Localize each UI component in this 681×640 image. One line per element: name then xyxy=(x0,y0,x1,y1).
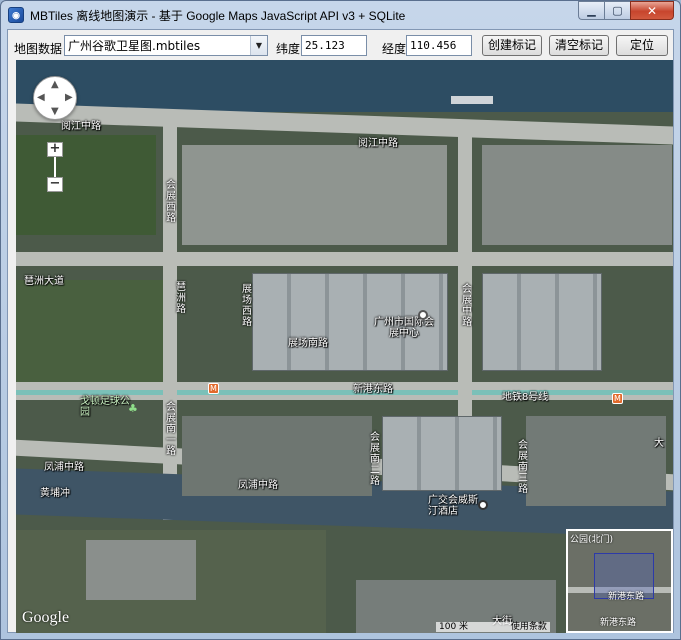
road-label-vertical: 会展中路 xyxy=(462,284,472,328)
zoom-slider-track[interactable] xyxy=(54,157,56,177)
building-block xyxy=(86,540,196,600)
locate-button[interactable]: 定位 xyxy=(616,35,668,56)
zoom-in-button[interactable]: + xyxy=(47,142,63,157)
road-label: 新港东路 xyxy=(353,384,393,395)
latitude-label: 纬度 xyxy=(276,42,301,56)
window-controls: ▁ ▢ ✕ xyxy=(578,1,674,20)
close-button[interactable]: ✕ xyxy=(630,1,674,20)
poi-marker-icon[interactable] xyxy=(418,310,428,320)
globe-icon: ◉ xyxy=(8,7,24,23)
overview-label: 新港东路 xyxy=(608,592,645,602)
hotel-marker-icon[interactable] xyxy=(478,500,488,510)
river-top xyxy=(16,60,673,112)
zoom-control: + − xyxy=(47,142,63,192)
terms-link[interactable]: 使用条款 xyxy=(511,622,547,632)
road-label: 展场南路 xyxy=(288,338,328,349)
road-label: 凤浦中路 xyxy=(238,480,278,491)
longitude-input[interactable]: 110.456 xyxy=(406,35,472,56)
overview-map[interactable]: 公园(北门) 新港东路 新港东路 xyxy=(566,529,673,633)
client-area: 地图数据 广州谷歌卫星图.mbtiles ▼ 纬度 25.123 经度 110.… xyxy=(7,29,674,633)
map-file-selected: 广州谷歌卫星图.mbtiles xyxy=(68,39,201,53)
google-logo: Google xyxy=(22,609,70,626)
scale-text: 100 米 xyxy=(439,622,469,632)
road-label-vertical: 会展西路 xyxy=(166,180,176,224)
road-label: 阅江中路 xyxy=(358,138,398,149)
parking-area xyxy=(482,145,672,245)
clear-markers-button[interactable]: 清空标记 xyxy=(549,35,609,56)
title-bar[interactable]: ◉ MBTiles 离线地图演示 - 基于 Google Maps JavaSc… xyxy=(1,1,680,29)
app-window: ◉ MBTiles 离线地图演示 - 基于 Google Maps JavaSc… xyxy=(0,0,681,640)
overview-label: 新港东路 xyxy=(600,618,637,628)
metro-label: 地铁8号线 xyxy=(502,392,549,403)
maximize-icon: ▢ xyxy=(612,4,623,17)
road-label: 凤浦中路 xyxy=(44,462,84,473)
longitude-label: 经度 xyxy=(382,42,407,56)
road-label: 大 xyxy=(654,438,664,449)
overview-label: 公园(北门) xyxy=(570,535,614,545)
create-marker-button[interactable]: 创建标记 xyxy=(482,35,542,56)
vegetation-area xyxy=(16,280,166,390)
road-label-vertical: 会展南三路 xyxy=(518,440,528,495)
minimize-icon: ▁ xyxy=(587,4,596,17)
map-data-label: 地图数据 xyxy=(14,42,63,56)
poi-label: 广交会威斯汀酒店 xyxy=(428,495,478,517)
road-label-vertical: 会展南一路 xyxy=(166,402,176,457)
road-label-vertical: 展场西路 xyxy=(242,284,252,328)
exhibition-hall xyxy=(382,416,502,491)
parking-area xyxy=(182,145,447,245)
pan-down-icon[interactable]: ▼ xyxy=(51,106,59,117)
metro-station-icon[interactable]: M xyxy=(208,383,219,394)
park-label: 戈顿足球公园 xyxy=(80,396,130,418)
pan-control[interactable]: ▲ ▼ ◀ ▶ xyxy=(33,76,77,120)
road-label-vertical: 琶洲路 xyxy=(176,282,186,315)
window-title: MBTiles 离线地图演示 - 基于 Google Maps JavaScri… xyxy=(30,8,406,23)
toolbar: 地图数据 广州谷歌卫星图.mbtiles ▼ 纬度 25.123 经度 110.… xyxy=(8,30,673,62)
metro-line xyxy=(16,390,673,395)
boat xyxy=(451,96,493,104)
close-icon: ✕ xyxy=(646,3,658,18)
map-canvas[interactable]: 阅江中路 阅江中路 琶洲大道 新港东路 地铁8号线 凤浦中路 凤浦中路 黄埔冲 … xyxy=(16,60,673,633)
exhibition-hall xyxy=(482,273,602,371)
vegetation-area xyxy=(16,135,156,235)
minimize-button[interactable]: ▁ xyxy=(578,1,604,20)
building-block xyxy=(526,416,666,506)
road-label-vertical: 会展南二路 xyxy=(370,432,380,487)
zoom-out-button[interactable]: − xyxy=(47,177,63,192)
pan-left-icon[interactable]: ◀ xyxy=(37,92,45,103)
map-file-select[interactable]: 广州谷歌卫星图.mbtiles ▼ xyxy=(64,35,268,56)
road-label: 阅江中路 xyxy=(61,121,101,132)
pan-right-icon[interactable]: ▶ xyxy=(65,92,73,103)
pan-up-icon[interactable]: ▲ xyxy=(51,79,59,90)
place-label: 黄埔冲 xyxy=(40,488,70,499)
latitude-input[interactable]: 25.123 xyxy=(301,35,367,56)
road-label: 琶洲大道 xyxy=(24,276,64,287)
scale-bar: 100 米 使用条款 xyxy=(436,622,550,632)
maximize-button[interactable]: ▢ xyxy=(604,1,630,20)
metro-station-icon[interactable]: M xyxy=(612,393,623,404)
road-horizontal xyxy=(16,252,673,266)
chevron-down-icon[interactable]: ▼ xyxy=(250,36,267,55)
poi-label: 广州市国际会展中心 xyxy=(374,317,434,339)
park-icon[interactable]: ♣ xyxy=(128,402,138,415)
